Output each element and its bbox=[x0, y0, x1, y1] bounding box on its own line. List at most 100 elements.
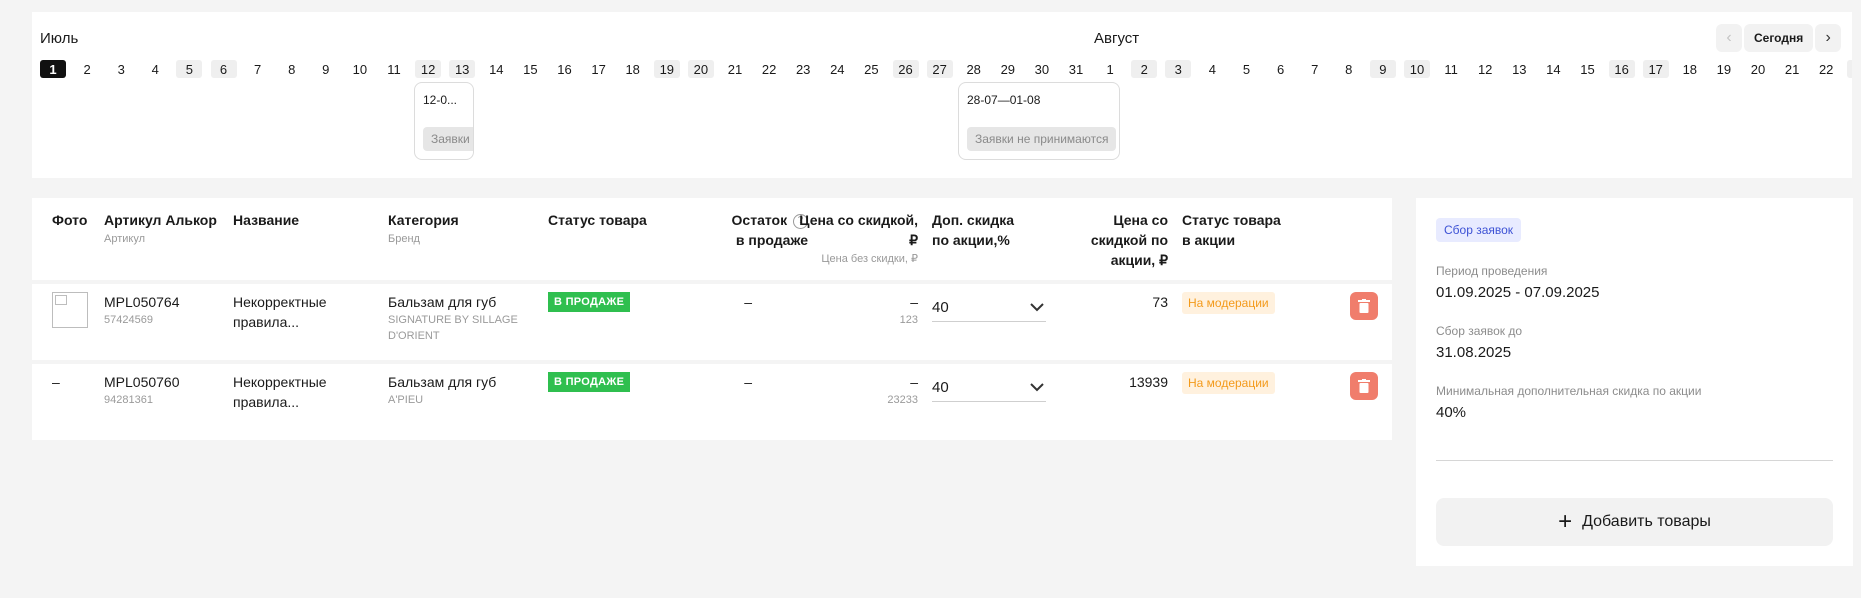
brand-line1: SIGNATURE BY SILLAGE bbox=[388, 314, 518, 326]
chevron-left-icon[interactable]: ‹ bbox=[1716, 24, 1742, 52]
stock-value: – bbox=[744, 294, 752, 310]
calendar-day[interactable]: 23 bbox=[790, 60, 816, 78]
calendar-day[interactable]: 21 bbox=[1779, 60, 1805, 78]
calendar-day[interactable]: 28 bbox=[961, 60, 987, 78]
period-status: Заявки не принимаются bbox=[423, 127, 473, 151]
calendar-day[interactable]: 19 bbox=[1711, 60, 1737, 78]
calendar-day[interactable]: 24 bbox=[824, 60, 850, 78]
discount-select[interactable]: 40 bbox=[932, 294, 1046, 322]
calendar-day[interactable]: 5 bbox=[1234, 60, 1260, 78]
product-photo bbox=[52, 292, 88, 328]
row-divider bbox=[32, 360, 1392, 364]
calendar-day[interactable]: 17 bbox=[586, 60, 612, 78]
discount-select[interactable]: 40 bbox=[932, 374, 1046, 402]
header-sku: Артикул Алькор Артикул bbox=[104, 210, 217, 247]
calendar-day[interactable]: 18 bbox=[1677, 60, 1703, 78]
calendar-day[interactable]: 19 bbox=[653, 60, 680, 78]
photo-empty: – bbox=[52, 374, 60, 390]
calendar-day[interactable]: 8 bbox=[1336, 60, 1362, 78]
calendar-day[interactable]: 12 bbox=[1472, 60, 1498, 78]
header-status: Статус товара bbox=[548, 212, 647, 228]
period-card-2[interactable]: 28-07—01-08 Заявки не принимаются bbox=[958, 82, 1120, 160]
calendar-day[interactable]: 27 bbox=[926, 60, 953, 78]
calendar-day[interactable]: 2 bbox=[74, 60, 100, 78]
header-stock-line1: Остаток bbox=[731, 212, 788, 228]
trash-icon bbox=[1358, 379, 1370, 393]
calendar-day[interactable]: 13 bbox=[1506, 60, 1532, 78]
calendar-day[interactable]: 11 bbox=[381, 60, 407, 78]
calendar-day[interactable]: 14 bbox=[483, 60, 509, 78]
calendar-day[interactable]: 21 bbox=[722, 60, 748, 78]
sku-cell: MPL050764 57424569 bbox=[104, 292, 180, 328]
calendar-day[interactable]: 17 bbox=[1642, 60, 1669, 78]
calendar-day[interactable]: 1 bbox=[40, 60, 66, 78]
deadline-value: 31.08.2025 bbox=[1436, 344, 1512, 361]
delete-button[interactable] bbox=[1350, 292, 1378, 320]
price-value: – bbox=[910, 294, 918, 310]
price-cell: – 123 bbox=[832, 292, 918, 328]
min-discount-value: 40% bbox=[1436, 404, 1467, 421]
period-card-1[interactable]: 12-0... Заявки не принимаются bbox=[414, 82, 474, 160]
name-cell[interactable]: Некорректные правила... bbox=[233, 292, 327, 332]
calendar-day[interactable]: 13 bbox=[449, 60, 476, 78]
category-value: Бальзам для губ bbox=[388, 294, 497, 310]
delete-button[interactable] bbox=[1350, 372, 1378, 400]
calendar-day[interactable]: 22 bbox=[1813, 60, 1839, 78]
add-products-button[interactable]: + Добавить товары bbox=[1436, 498, 1833, 546]
header-category-label: Категория bbox=[388, 212, 459, 228]
calendar-day[interactable]: 1 bbox=[1097, 60, 1123, 78]
calendar-day[interactable]: 16 bbox=[1608, 60, 1635, 78]
calendar-day[interactable]: 26 bbox=[892, 60, 919, 78]
price-cell: – 23233 bbox=[832, 372, 918, 408]
calendar-day[interactable]: 18 bbox=[620, 60, 646, 78]
header-price-line2: ₽ bbox=[909, 232, 918, 248]
name-cell[interactable]: Некорректные правила... bbox=[233, 372, 327, 412]
calendar-day[interactable]: 10 bbox=[1404, 60, 1430, 78]
calendar-day[interactable]: 31 bbox=[1063, 60, 1089, 78]
calendar-day[interactable]: 8 bbox=[279, 60, 305, 78]
calendar-day[interactable]: 2 bbox=[1131, 60, 1158, 78]
header-discount: Доп. скидка по акции,% bbox=[932, 210, 1014, 250]
calendar-day[interactable]: 11 bbox=[1438, 60, 1464, 78]
calendar-day[interactable]: 14 bbox=[1540, 60, 1566, 78]
calendar-day[interactable]: 5 bbox=[176, 60, 203, 78]
calendar-day[interactable]: 6 bbox=[210, 60, 237, 78]
calendar-day[interactable]: 23 bbox=[1847, 60, 1852, 78]
calendar-day[interactable]: 15 bbox=[1575, 60, 1601, 78]
calendar-day[interactable]: 29 bbox=[995, 60, 1021, 78]
calendar-day[interactable]: 6 bbox=[1268, 60, 1294, 78]
header-discount-line1: Доп. скидка bbox=[932, 212, 1015, 228]
calendar-day[interactable]: 15 bbox=[517, 60, 543, 78]
calendar-day[interactable]: 30 bbox=[1029, 60, 1055, 78]
sku-sub: 94281361 bbox=[104, 394, 153, 406]
period-value: 01.09.2025 - 07.09.2025 bbox=[1436, 284, 1600, 301]
promo-calendar: Июль Август ‹ Сегодня › 1 2 3 4 5 6 7 8 9 10 11 12 1… bbox=[32, 12, 1852, 178]
brand-line1: A'PIEU bbox=[388, 394, 424, 406]
calendar-day[interactable]: 9 bbox=[1369, 60, 1396, 78]
calendar-day[interactable]: 7 bbox=[245, 60, 271, 78]
chevron-right-icon[interactable]: › bbox=[1815, 24, 1842, 52]
calendar-day[interactable]: 10 bbox=[347, 60, 373, 78]
calendar-day[interactable]: 3 bbox=[108, 60, 134, 78]
calendar-day[interactable]: 25 bbox=[858, 60, 884, 78]
name-line2: правила... bbox=[233, 314, 300, 330]
period-label: 12-0... bbox=[423, 93, 458, 107]
calendar-day[interactable]: 12 bbox=[415, 60, 442, 78]
calendar-day[interactable]: 4 bbox=[1199, 60, 1225, 78]
calendar-day[interactable]: 4 bbox=[142, 60, 168, 78]
calendar-day[interactable]: 9 bbox=[313, 60, 339, 78]
calendar-day[interactable]: 20 bbox=[1745, 60, 1771, 78]
promo-info-panel: Сбор заявок Период проведения 01.09.2025… bbox=[1416, 198, 1853, 566]
calendar-day[interactable]: 7 bbox=[1302, 60, 1328, 78]
category-cell: Бальзам для губ A'PIEU bbox=[388, 372, 496, 408]
calendar-day[interactable]: 22 bbox=[756, 60, 782, 78]
price-no-discount: 123 bbox=[899, 314, 918, 326]
stock-value: – bbox=[744, 374, 752, 390]
today-button[interactable]: Сегодня bbox=[1744, 24, 1814, 52]
promo-price-value: 73 bbox=[1152, 294, 1168, 310]
calendar-day[interactable]: 20 bbox=[687, 60, 714, 78]
calendar-day[interactable]: 3 bbox=[1165, 60, 1192, 78]
header-name: Название bbox=[233, 212, 300, 228]
header-price-sub: Цена без скидки, ₽ bbox=[821, 253, 918, 265]
calendar-day[interactable]: 16 bbox=[552, 60, 578, 78]
